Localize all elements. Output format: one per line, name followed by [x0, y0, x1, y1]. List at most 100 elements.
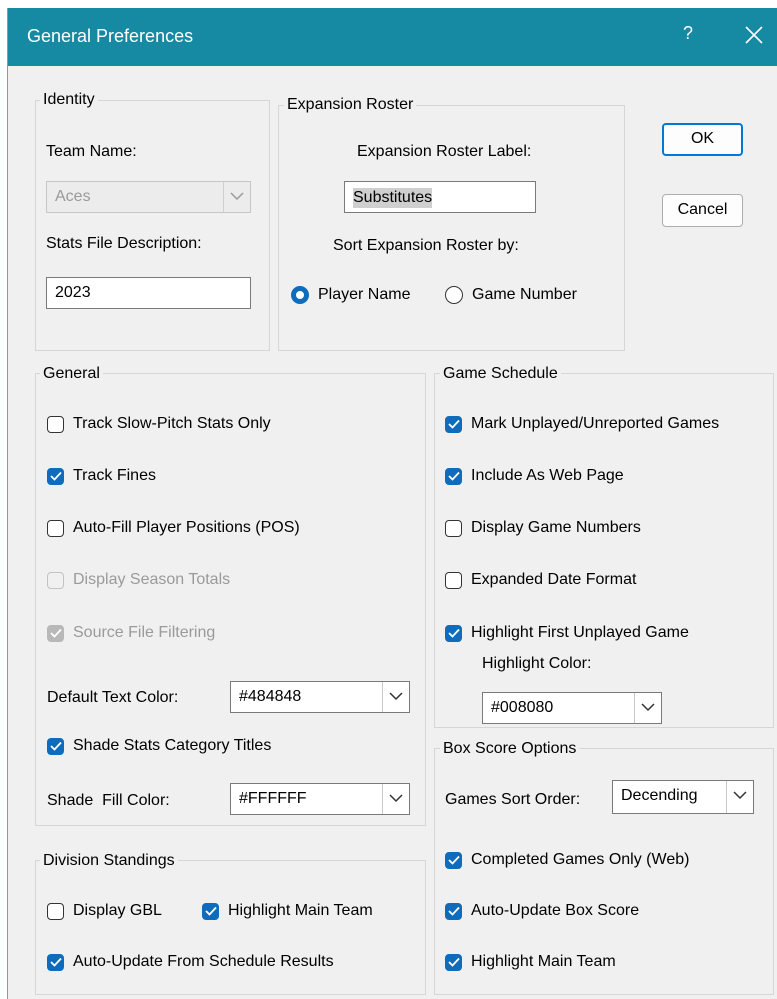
- check-icon: [445, 851, 462, 869]
- checkbox-track-fines[interactable]: Track Fines: [47, 467, 156, 485]
- expansion-label-caption: Expansion Roster Label:: [357, 143, 532, 160]
- expansion-label-value: Substitutes: [353, 188, 433, 208]
- checkbox-expanded-date[interactable]: Expanded Date Format: [445, 571, 636, 589]
- check-icon: [445, 624, 462, 642]
- games-sort-order-value: Decending: [621, 787, 698, 804]
- checkbox-auto-update-schedule[interactable]: Auto-Update From Schedule Results: [47, 953, 334, 971]
- checkbox-season-totals-label: Display Season Totals: [73, 571, 231, 588]
- general-group: [35, 373, 426, 826]
- checkbox-indicator: [47, 571, 64, 589]
- division-standings-legend: Division Standings: [40, 852, 178, 870]
- checkbox-division-highlight-main[interactable]: Highlight Main Team: [202, 902, 373, 920]
- checkbox-auto-fill-positions[interactable]: Auto-Fill Player Positions (POS): [47, 519, 300, 537]
- checkbox-completed-games-label: Completed Games Only (Web): [471, 851, 690, 868]
- checkbox-track-slow-pitch-label: Track Slow-Pitch Stats Only: [73, 415, 271, 432]
- check-icon: [202, 902, 219, 920]
- checkbox-indicator: [47, 519, 64, 537]
- checkbox-track-fines-label: Track Fines: [73, 467, 156, 484]
- checkbox-include-web-label: Include As Web Page: [471, 467, 624, 484]
- check-icon: [445, 415, 462, 433]
- window-title: General Preferences: [27, 26, 194, 46]
- identity-group: [35, 100, 270, 351]
- highlight-color-dropdown[interactable]: #008080: [482, 692, 662, 724]
- stats-file-value: 2023: [55, 284, 91, 301]
- checkbox-indicator: [445, 571, 462, 589]
- title-bar: General Preferences ?: [8, 8, 777, 66]
- radio-player-name[interactable]: Player Name: [291, 286, 410, 304]
- close-button[interactable]: [740, 21, 768, 49]
- shade-fill-color-dropdown[interactable]: #FFFFFF: [230, 783, 410, 815]
- checkbox-source-filtering-label: Source File Filtering: [73, 624, 216, 641]
- chevron-down-icon: [634, 693, 661, 723]
- box-score-legend: Box Score Options: [440, 740, 580, 758]
- checkbox-box-highlight-main[interactable]: Highlight Main Team: [445, 953, 616, 971]
- general-preferences-dialog: General Preferences ? Identity Team Name…: [7, 8, 777, 999]
- checkbox-division-highlight-label: Highlight Main Team: [228, 902, 373, 919]
- games-sort-order-label: Games Sort Order:: [445, 791, 581, 808]
- check-icon: [445, 467, 462, 485]
- expansion-label-input[interactable]: Substitutes: [344, 181, 536, 213]
- default-text-color-dropdown[interactable]: #484848: [230, 681, 410, 713]
- radio-indicator: [445, 286, 463, 304]
- cancel-button[interactable]: Cancel: [662, 194, 743, 227]
- shade-fill-color-value: #FFFFFF: [239, 790, 307, 807]
- radio-indicator: [291, 286, 309, 304]
- check-icon: [445, 902, 462, 920]
- checkbox-highlight-first-unplayed[interactable]: Highlight First Unplayed Game: [445, 624, 689, 642]
- highlight-color-label: Highlight Color:: [482, 655, 592, 672]
- shade-fill-color-label: Shade Fill Color:: [47, 792, 170, 809]
- checkbox-completed-games-only[interactable]: Completed Games Only (Web): [445, 851, 689, 869]
- ok-button[interactable]: OK: [662, 123, 743, 156]
- games-sort-order-dropdown[interactable]: Decending: [612, 780, 754, 814]
- identity-legend: Identity: [40, 91, 98, 109]
- checkbox-display-season-totals: Display Season Totals: [47, 571, 230, 589]
- team-name-label: Team Name:: [46, 143, 137, 160]
- default-text-color-label: Default Text Color:: [47, 689, 179, 706]
- checkbox-auto-fill-label: Auto-Fill Player Positions (POS): [73, 519, 300, 536]
- check-icon: [47, 624, 64, 642]
- stats-file-input[interactable]: 2023: [46, 277, 251, 309]
- help-button[interactable]: ?: [678, 23, 698, 49]
- checkbox-auto-update-schedule-label: Auto-Update From Schedule Results: [73, 953, 334, 970]
- checkbox-expanded-date-label: Expanded Date Format: [471, 571, 637, 588]
- chevron-down-icon: [726, 781, 753, 813]
- chevron-down-icon: [382, 784, 409, 814]
- checkbox-indicator: [47, 902, 64, 920]
- expansion-roster-legend: Expansion Roster: [284, 96, 417, 114]
- checkbox-shade-titles-label: Shade Stats Category Titles: [73, 737, 272, 754]
- check-icon: [47, 737, 64, 755]
- team-name-dropdown: Aces: [46, 181, 251, 213]
- radio-game-number[interactable]: Game Number: [445, 286, 577, 304]
- checkbox-include-web-page[interactable]: Include As Web Page: [445, 467, 624, 485]
- checkbox-display-gbl-label: Display GBL: [73, 902, 162, 919]
- stats-file-label: Stats File Description:: [46, 235, 202, 252]
- check-icon: [47, 953, 64, 971]
- highlight-color-value: #008080: [491, 699, 554, 716]
- chevron-down-icon: [382, 682, 409, 712]
- checkbox-auto-update-box-label: Auto-Update Box Score: [471, 902, 640, 919]
- check-icon: [445, 953, 462, 971]
- checkbox-indicator: [47, 415, 64, 433]
- checkbox-highlight-first-label: Highlight First Unplayed Game: [471, 624, 689, 641]
- team-name-value: Aces: [55, 188, 91, 205]
- checkbox-display-game-numbers-label: Display Game Numbers: [471, 519, 641, 536]
- checkbox-box-highlight-main-label: Highlight Main Team: [471, 953, 616, 970]
- radio-game-number-label: Game Number: [472, 286, 577, 303]
- checkbox-auto-update-box-score[interactable]: Auto-Update Box Score: [445, 902, 639, 920]
- sort-expansion-caption: Sort Expansion Roster by:: [333, 237, 519, 254]
- chevron-down-icon: [223, 182, 250, 212]
- checkbox-source-file-filtering: Source File Filtering: [47, 624, 215, 642]
- default-text-color-value: #484848: [239, 688, 302, 705]
- radio-player-name-label: Player Name: [318, 286, 411, 303]
- checkbox-mark-unplayed[interactable]: Mark Unplayed/Unreported Games: [445, 415, 719, 433]
- division-standings-group: [35, 860, 426, 995]
- check-icon: [47, 467, 64, 485]
- checkbox-mark-unplayed-label: Mark Unplayed/Unreported Games: [471, 415, 720, 432]
- checkbox-track-slow-pitch[interactable]: Track Slow-Pitch Stats Only: [47, 415, 271, 433]
- game-schedule-legend: Game Schedule: [440, 365, 561, 383]
- checkbox-indicator: [445, 519, 462, 537]
- checkbox-shade-titles[interactable]: Shade Stats Category Titles: [47, 737, 271, 755]
- checkbox-display-gbl[interactable]: Display GBL: [47, 902, 162, 920]
- general-legend: General: [40, 365, 103, 383]
- checkbox-display-game-numbers[interactable]: Display Game Numbers: [445, 519, 641, 537]
